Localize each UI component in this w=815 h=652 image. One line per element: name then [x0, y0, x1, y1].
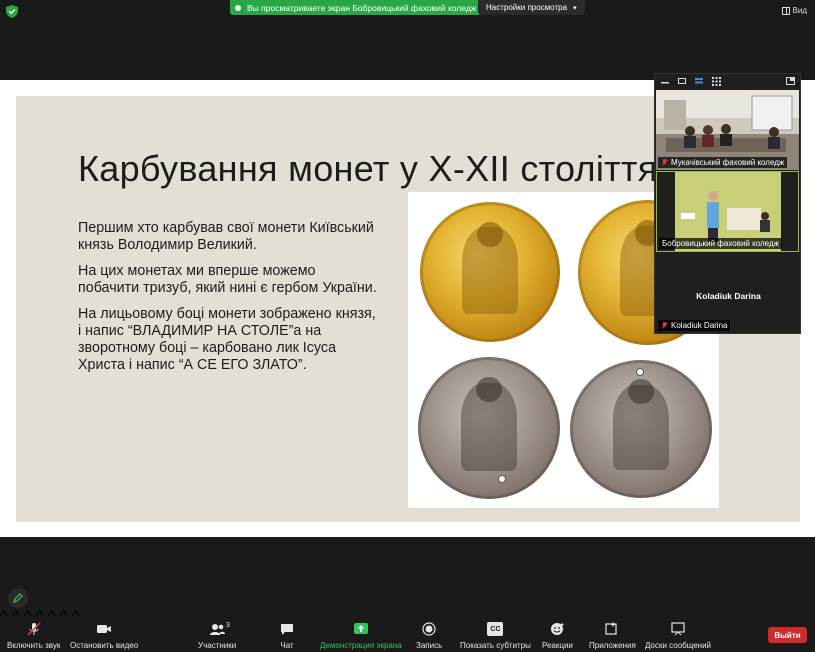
- participant-name: Мукачівський фаховий коледж: [671, 158, 785, 167]
- expand-icon[interactable]: [786, 77, 795, 85]
- strip-view-icon[interactable]: [695, 78, 703, 84]
- participants-icon: [210, 624, 226, 635]
- apps-button[interactable]: Приложения: [589, 622, 636, 650]
- microphone-muted-icon: [661, 321, 668, 330]
- share-banner-text: Вы просматриваете экран Бобровицький фах…: [247, 2, 477, 13]
- grid-view-icon: [781, 6, 790, 15]
- video-tile-mukachevo[interactable]: Мукачівський фаховий коледж: [656, 90, 799, 170]
- minimize-icon[interactable]: [661, 78, 669, 84]
- record-button[interactable]: Запись: [416, 622, 442, 650]
- zoom-meeting-window: Вы просматриваете экран Бобровицький фах…: [0, 0, 815, 652]
- reactions-button[interactable]: Реакции: [542, 622, 573, 650]
- captions-options-caret[interactable]: ^: [60, 608, 68, 625]
- reactions-label: Реакции: [542, 641, 573, 650]
- gallery-toolbar: [655, 74, 800, 89]
- stop-video-label: Остановить видео: [70, 641, 139, 650]
- top-bar: Вы просматриваете экран Бобровицький фах…: [0, 0, 815, 22]
- video-tile-bobrovytsia[interactable]: Бобровицький фаховий коледж: [656, 171, 799, 252]
- video-camera-icon: [97, 625, 112, 633]
- silver-coin-obverse: [418, 357, 560, 499]
- participant-name-label: Koladiuk Darina: [658, 320, 731, 331]
- whiteboard-label: Доски сообщений: [645, 641, 712, 650]
- record-label: Запись: [416, 641, 443, 650]
- slide-paragraph: На цих монетах ми вперше можемо побачити…: [78, 263, 377, 296]
- view-settings-button[interactable]: Настройки просмотра ▾: [478, 0, 585, 15]
- slide-title: Карбування монет у Х-ХІІ століттях: [78, 148, 676, 189]
- leave-button[interactable]: Выйти: [768, 627, 807, 643]
- participant-name: Koladiuk Darina: [671, 321, 728, 330]
- participant-name-label: Мукачівський фаховий коледж: [658, 157, 788, 168]
- captions-label: Показать субтитры: [460, 641, 531, 650]
- chat-button[interactable]: Чат: [279, 622, 295, 650]
- participants-label: Участники: [198, 641, 237, 650]
- share-screen-icon: [353, 623, 368, 634]
- apps-icon: [605, 622, 618, 635]
- unmute-label: Включить звук: [7, 641, 61, 650]
- annotate-button[interactable]: [8, 588, 28, 608]
- participants-button[interactable]: Участники: [198, 622, 236, 650]
- slide-paragraph: На лицьовому боці монети зображено князя…: [78, 306, 376, 373]
- participants-count: 3: [226, 622, 230, 629]
- record-icon: [422, 622, 436, 636]
- chevron-down-icon: ▾: [573, 4, 577, 12]
- grid-view-icon[interactable]: [712, 77, 721, 86]
- unmute-button[interactable]: Включить звук: [7, 622, 60, 650]
- participant-display-name: Koladiuk Darina: [696, 291, 761, 301]
- share-status-icon: [235, 4, 241, 11]
- microphone-muted-icon: [661, 158, 668, 167]
- meeting-toolbar: Включить звук ^ Остановить видео ^ Участ…: [0, 608, 815, 652]
- share-screen-label: Демонстрация экрана: [320, 641, 402, 650]
- screen-share-banner: Вы просматриваете экран Бобровицький фах…: [230, 0, 483, 15]
- apps-label: Приложения: [589, 641, 636, 650]
- view-settings-label: Настройки просмотра: [486, 3, 568, 12]
- slide-body: Першим хто карбував свої монети Київськи…: [78, 220, 378, 383]
- shield-icon[interactable]: [6, 5, 18, 18]
- gold-coin-obverse: [420, 202, 560, 342]
- captions-icon: CC: [487, 622, 504, 636]
- video-tile-koladiuk[interactable]: Koladiuk Darina Koladiuk Darina: [656, 253, 799, 333]
- chat-label: Чат: [280, 641, 294, 650]
- pencil-icon: [13, 593, 23, 603]
- participant-name-label: Бобровицький фаховий коледж: [659, 238, 782, 249]
- participant-name: Бобровицький фаховий коледж: [662, 239, 779, 248]
- participants-panel: Мукачівський фаховий коледж Бобровицький…: [654, 73, 801, 334]
- slide-paragraph: Першим хто карбував свої монети Київськи…: [78, 220, 374, 253]
- single-view-icon[interactable]: [678, 78, 686, 84]
- whiteboard-button[interactable]: Доски сообщений: [645, 622, 711, 650]
- captions-button[interactable]: CC Показать субтитры: [460, 622, 531, 650]
- chat-icon: [281, 624, 293, 635]
- view-button[interactable]: Вид: [781, 6, 807, 15]
- whiteboard-icon: [671, 622, 685, 636]
- silver-coin-reverse: [570, 360, 712, 498]
- stop-video-button[interactable]: Остановить видео: [70, 622, 138, 650]
- reactions-icon: [551, 623, 564, 635]
- microphone-muted-icon: [27, 622, 41, 636]
- view-label: Вид: [792, 6, 807, 15]
- share-screen-button[interactable]: Демонстрация экрана: [320, 622, 402, 650]
